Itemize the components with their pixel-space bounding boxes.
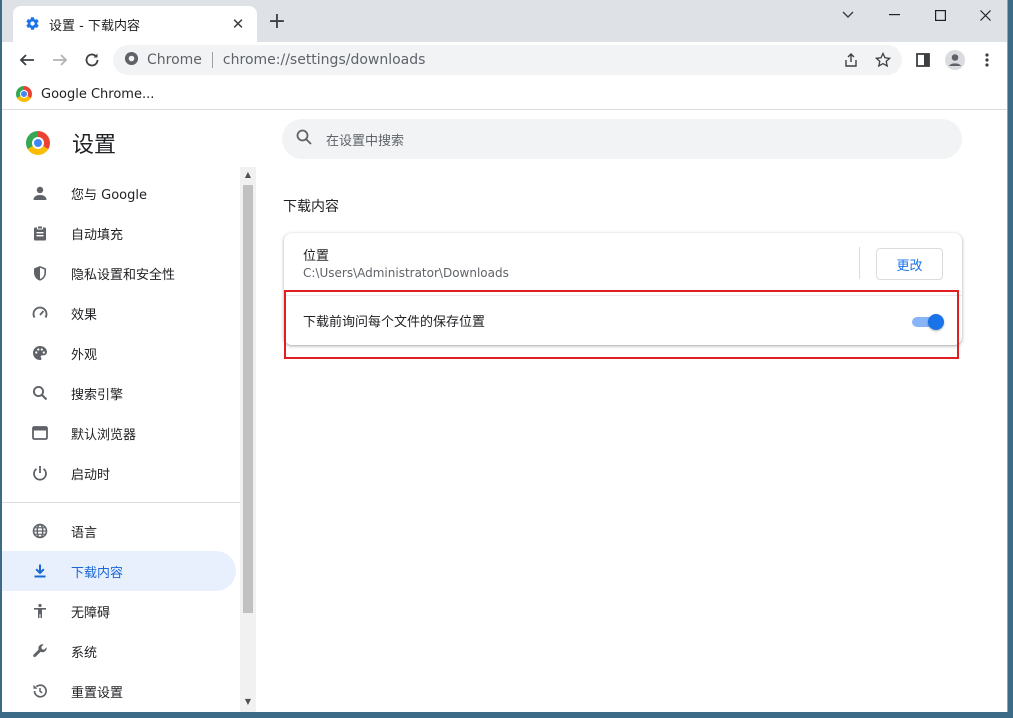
sidebar-item-languages[interactable]: 语言 (2, 511, 236, 551)
more-menu-icon[interactable] (974, 47, 1000, 73)
chrome-logo-icon (16, 86, 32, 102)
search-icon (296, 129, 312, 149)
bookmark-label: Google Chrome... (41, 86, 155, 102)
sidebar-item-default-browser[interactable]: 默认浏览器 (2, 413, 236, 453)
minimize-icon[interactable] (871, 0, 917, 30)
sidebar-item-performance[interactable]: 效果 (2, 293, 236, 333)
sidebar-item-downloads[interactable]: 下载内容 (2, 551, 236, 591)
sidebar-item-label: 效果 (71, 307, 98, 323)
sidebar-item-you-and-google[interactable]: 您与 Google (2, 173, 236, 213)
forward-arrow-icon[interactable] (47, 47, 73, 73)
sidebar-item-appearance[interactable]: 外观 (2, 333, 236, 373)
close-window-icon[interactable] (962, 0, 1007, 30)
sidebar-item-on-startup[interactable]: 启动时 (2, 453, 236, 493)
site-chip: Chrome (147, 52, 202, 68)
section-title: 下载内容 (283, 199, 339, 215)
speedometer-icon (30, 303, 50, 323)
tab-search-chevron-icon[interactable] (825, 0, 871, 30)
sidebar-item-label: 重置设置 (71, 685, 124, 701)
address-bar[interactable]: Chrome chrome://settings/downloads (113, 45, 902, 75)
location-label: 位置 (303, 249, 330, 264)
scrollbar-thumb[interactable] (243, 185, 253, 613)
back-arrow-icon[interactable] (14, 47, 40, 73)
toolbar: Chrome chrome://settings/downloads (2, 42, 1007, 78)
profile-avatar-icon[interactable] (942, 47, 968, 73)
settings-header: 设置 (26, 127, 116, 159)
tab-close-icon[interactable]: ✕ (229, 15, 247, 33)
person-icon (30, 183, 50, 203)
sidebar-item-label: 隐私设置和安全性 (71, 267, 176, 283)
reload-icon[interactable] (79, 47, 105, 73)
sidebar-item-privacy[interactable]: 隐私设置和安全性 (2, 253, 236, 293)
scroll-down-icon[interactable]: ▼ (240, 694, 256, 710)
sidebar-item-label: 搜索引擎 (71, 387, 124, 403)
browser-window: 设置 - 下载内容 ✕ + Chrome chrome://settings/d… (2, 0, 1008, 712)
sidebar-item-label: 语言 (71, 525, 98, 541)
bookmark-star-icon[interactable] (872, 49, 894, 71)
browser-icon (30, 423, 50, 443)
divider (859, 247, 860, 279)
accessibility-icon (30, 601, 50, 621)
sidebar-item-label: 自动填充 (71, 227, 124, 243)
tab-title: 设置 - 下载内容 (49, 18, 140, 34)
scroll-up-icon[interactable]: ▲ (240, 167, 256, 183)
sidebar-item-label: 启动时 (71, 467, 111, 483)
sidebar-divider (2, 502, 240, 503)
chrome-logo-icon (26, 131, 50, 155)
url-text[interactable]: chrome://settings/downloads (223, 52, 426, 68)
sidebar-item-label: 系统 (71, 645, 98, 661)
change-location-button[interactable]: 更改 (876, 248, 943, 280)
ask-before-download-toggle[interactable] (912, 313, 944, 331)
gear-icon (25, 16, 41, 32)
sidebar-item-search-engine[interactable]: 搜索引擎 (2, 373, 236, 413)
power-icon (30, 463, 50, 483)
reset-icon (30, 681, 50, 701)
chrome-site-icon (124, 51, 139, 70)
palette-icon (30, 343, 50, 363)
maximize-icon[interactable] (917, 0, 963, 30)
sidebar-item-label: 默认浏览器 (71, 427, 137, 443)
settings-page: 设置 在设置中搜索 您与 Google 自动填充 隐私设置和安全性 效果 外观 … (2, 111, 1007, 712)
sidebar: 您与 Google 自动填充 隐私设置和安全性 效果 外观 搜索引擎 默认浏览器… (2, 167, 256, 712)
ask-before-download-label: 下载前询问每个文件的保存位置 (303, 315, 486, 330)
sidebar-item-label: 您与 Google (71, 187, 147, 203)
toggle-knob (928, 314, 944, 330)
search-icon (30, 383, 50, 403)
settings-search-input[interactable]: 在设置中搜索 (282, 119, 962, 159)
sidebar-item-accessibility[interactable]: 无障碍 (2, 591, 236, 631)
sidebar-item-label: 下载内容 (71, 565, 124, 581)
tab-strip: 设置 - 下载内容 ✕ + (2, 0, 1007, 42)
wrench-icon (30, 641, 50, 661)
location-path: C:\Users\Administrator\Downloads (303, 266, 509, 280)
bookmark-google-chrome[interactable]: Google Chrome... (16, 82, 154, 106)
page-title: 设置 (72, 133, 117, 158)
shield-icon (30, 263, 50, 283)
sidebar-item-reset[interactable]: 重置设置 (2, 671, 236, 711)
sidebar-item-label: 无障碍 (71, 605, 111, 621)
tab-settings-downloads[interactable]: 设置 - 下载内容 ✕ (13, 6, 257, 42)
sidebar-item-system[interactable]: 系统 (2, 631, 236, 671)
search-placeholder: 在设置中搜索 (326, 133, 405, 149)
clipboard-icon (30, 223, 50, 243)
side-panel-icon[interactable] (910, 47, 936, 73)
bookmarks-bar: Google Chrome... (2, 78, 1007, 110)
new-tab-button[interactable]: + (265, 10, 289, 34)
downloads-card: 位置 C:\Users\Administrator\Downloads 更改 下… (284, 233, 962, 345)
sidebar-item-label: 外观 (71, 347, 98, 363)
sidebar-item-autofill[interactable]: 自动填充 (2, 213, 236, 253)
sidebar-scrollbar[interactable]: ▲ ▼ (240, 167, 256, 712)
row-divider (284, 295, 962, 296)
download-icon (30, 561, 50, 581)
divider (211, 52, 213, 68)
globe-icon (30, 521, 50, 541)
share-icon[interactable] (840, 49, 862, 71)
